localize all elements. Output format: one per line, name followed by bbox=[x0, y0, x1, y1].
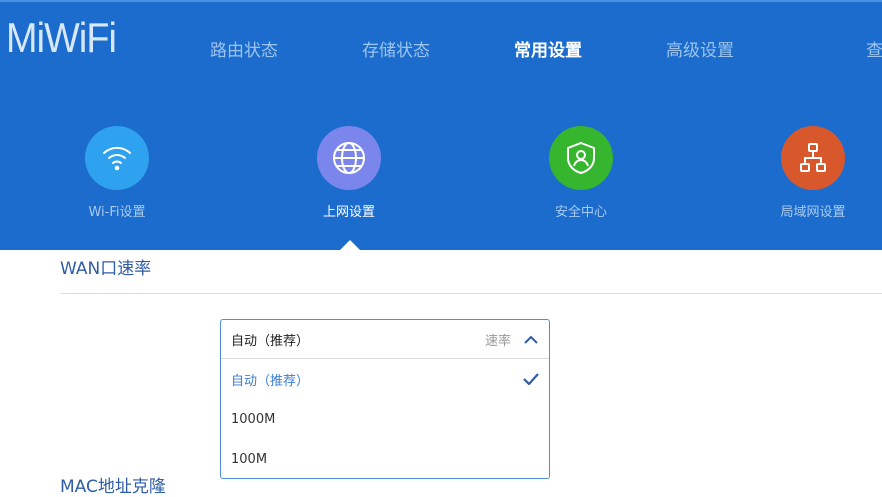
option-label: 自动（推荐） bbox=[231, 373, 310, 389]
tile-internet-settings[interactable]: 上网设置 bbox=[284, 126, 414, 220]
top-header: MiWiFi 路由状态 存储状态 常用设置 高级设置 查 Wi-Fi设置 上网设… bbox=[0, 0, 882, 252]
globe-icon bbox=[317, 126, 381, 190]
wan-speed-select[interactable]: 自动（推荐） 速率 自动（推荐） 1000M 100M bbox=[220, 319, 550, 479]
tile-security-center[interactable]: 安全中心 bbox=[516, 126, 646, 220]
active-tile-pointer bbox=[338, 240, 362, 252]
nav-storage-status[interactable]: 存储状态 bbox=[362, 36, 430, 61]
nav-more[interactable]: 查 bbox=[866, 36, 882, 61]
select-unit-label: 速率 bbox=[484, 333, 511, 349]
chevron-up-icon[interactable] bbox=[523, 334, 539, 344]
tile-wifi-settings[interactable]: Wi-Fi设置 bbox=[52, 126, 182, 220]
wifi-icon bbox=[85, 126, 149, 190]
shield-user-icon bbox=[549, 126, 613, 190]
miwifi-logo[interactable]: MiWiFi bbox=[6, 14, 117, 62]
nav-router-status[interactable]: 路由状态 bbox=[210, 36, 278, 61]
section-title-mac-clone: MAC地址克隆 bbox=[60, 477, 166, 497]
tile-label: Wi-Fi设置 bbox=[88, 205, 146, 220]
select-header[interactable]: 自动（推荐） 速率 bbox=[221, 320, 549, 359]
tile-label: 局域网设置 bbox=[780, 205, 846, 220]
option-auto[interactable]: 自动（推荐） bbox=[221, 359, 549, 399]
option-label: 1000M bbox=[231, 411, 276, 427]
section-title: WAN口速率 bbox=[60, 259, 152, 279]
option-label: 100M bbox=[231, 451, 268, 467]
option-100m[interactable]: 100M bbox=[221, 439, 549, 479]
network-icon bbox=[781, 126, 845, 190]
checkmark-icon bbox=[523, 373, 539, 385]
tile-label: 上网设置 bbox=[322, 205, 375, 220]
divider bbox=[60, 293, 882, 294]
select-value: 自动（推荐） bbox=[231, 333, 310, 349]
tile-label: 安全中心 bbox=[554, 205, 607, 220]
nav-common-settings[interactable]: 常用设置 bbox=[514, 36, 582, 61]
tile-lan-settings[interactable]: 局域网设置 bbox=[748, 126, 878, 220]
nav-advanced-settings[interactable]: 高级设置 bbox=[666, 36, 734, 61]
option-1000m[interactable]: 1000M bbox=[221, 399, 549, 439]
